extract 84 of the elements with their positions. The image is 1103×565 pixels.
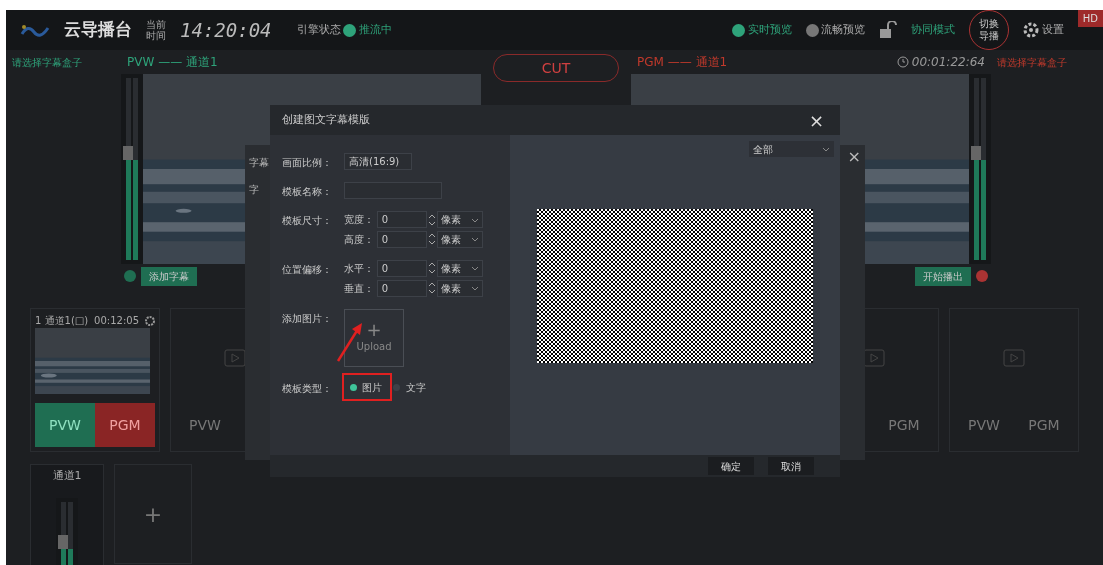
slider-thumb[interactable] xyxy=(123,145,134,160)
radio-label[interactable]: 文字 xyxy=(405,379,426,395)
preview-mode-label[interactable]: 流畅预览 xyxy=(821,21,866,39)
pvw-button[interactable]: PVW xyxy=(35,403,95,447)
radio-label[interactable]: 图片 xyxy=(362,379,382,395)
audio-channel-name: 通道1 xyxy=(52,467,82,484)
highlight-frame xyxy=(342,372,392,401)
upload-button[interactable]: + Upload xyxy=(344,308,404,367)
pgm-title: PGM —— 通道1 xyxy=(637,54,728,71)
meter-fill xyxy=(68,549,73,565)
pgm-button[interactable]: PGM xyxy=(1014,403,1074,447)
preview-mode-label[interactable]: 实时预览 xyxy=(747,21,792,39)
radio-icon[interactable] xyxy=(731,23,745,37)
dialog-button[interactable]: 取消 xyxy=(768,457,814,475)
settings-label[interactable]: 设置 xyxy=(1042,21,1064,39)
status-icon xyxy=(123,270,136,283)
dialog-button[interactable]: 确定 xyxy=(708,457,754,475)
pgm-button[interactable]: PGM xyxy=(874,403,934,447)
field-label: 模板尺寸： xyxy=(282,214,333,228)
dialog-label: 字幕 xyxy=(249,156,269,170)
subtitle-select[interactable]: 请选择字幕盒子 xyxy=(6,50,121,74)
unit-select[interactable]: 像素 xyxy=(436,279,483,297)
close-button[interactable]: × xyxy=(802,105,830,135)
number-field[interactable]: 0 xyxy=(376,279,427,297)
spinner-icon[interactable] xyxy=(426,261,437,276)
engine-status: 推流中 xyxy=(359,21,392,38)
radio-button[interactable] xyxy=(349,383,357,391)
clock-icon xyxy=(897,56,910,68)
source-name: 1 通道1(□) xyxy=(35,314,89,328)
caret-icon xyxy=(470,236,479,243)
radio-button[interactable] xyxy=(393,383,400,391)
filter-select[interactable]: 全部 xyxy=(749,141,834,157)
spinner-icon[interactable] xyxy=(426,212,437,227)
coop-mode-label[interactable]: 协同模式 xyxy=(911,21,956,39)
field-label: 位置偏移： xyxy=(282,262,333,277)
number-field[interactable]: 0 xyxy=(376,211,427,228)
dialog-label: 字 xyxy=(249,183,259,197)
slider-thumb[interactable] xyxy=(58,535,69,549)
slider-thumb[interactable] xyxy=(971,145,982,160)
source-duration: 00:12:05 xyxy=(94,314,140,328)
unit-select[interactable]: 像素 xyxy=(436,230,483,248)
radio-icon[interactable] xyxy=(805,23,819,37)
pgm-button[interactable]: PGM xyxy=(95,403,155,447)
start-broadcast-button[interactable]: 开始播出 xyxy=(914,266,971,286)
pvw-button[interactable]: PVW xyxy=(954,403,1014,447)
modal-title: 创建图文字幕模版 xyxy=(282,111,370,128)
add-subtitle-button[interactable]: 添加字幕 xyxy=(141,266,198,286)
add-audio-button[interactable]: + xyxy=(114,464,192,564)
field-label: 水平： xyxy=(344,261,374,276)
play-icon xyxy=(1003,349,1025,367)
engine-label: 引擎状态 xyxy=(296,21,341,38)
time-label: 当前 时间 xyxy=(146,19,166,41)
app-title: 云导播台 xyxy=(64,18,132,42)
field-label: 画面比例： xyxy=(282,156,333,170)
caret-icon xyxy=(470,285,479,291)
unit-select[interactable]: 像素 xyxy=(436,259,483,277)
field-label: 模板类型： xyxy=(282,381,333,396)
field-label: 添加图片： xyxy=(282,311,333,326)
pgm-timer: 00:01:22:64 xyxy=(911,54,985,71)
pvw-title: PVW —— 通道1 xyxy=(126,54,219,71)
pvw-button[interactable]: PVW xyxy=(175,403,235,447)
spinner-icon[interactable] xyxy=(426,281,437,295)
lock-icon[interactable] xyxy=(879,21,898,39)
hd-badge: HD xyxy=(1077,10,1103,27)
caret-icon xyxy=(822,146,830,152)
unit-select[interactable]: 像素 xyxy=(436,211,483,228)
caret-icon xyxy=(470,216,479,223)
spinner-icon[interactable] xyxy=(426,232,437,247)
field-label: 高度： xyxy=(344,232,374,247)
field-label: 垂直： xyxy=(344,281,374,296)
caret-icon xyxy=(470,265,479,272)
field-label: 宽度： xyxy=(344,213,374,227)
aspect-field[interactable]: 高清(16:9) xyxy=(344,153,412,170)
number-field[interactable]: 0 xyxy=(376,259,427,277)
record-icon xyxy=(976,270,989,283)
field-label: 模板名称： xyxy=(282,185,333,199)
close-button[interactable]: × xyxy=(847,149,861,165)
current-time: 14:20:04 xyxy=(180,17,272,43)
settings-icon[interactable] xyxy=(1023,22,1040,38)
play-icon xyxy=(224,349,246,367)
number-field[interactable]: 0 xyxy=(376,230,427,248)
status-dot xyxy=(343,23,357,37)
settings-icon[interactable] xyxy=(145,315,155,326)
logo-icon xyxy=(20,22,50,38)
